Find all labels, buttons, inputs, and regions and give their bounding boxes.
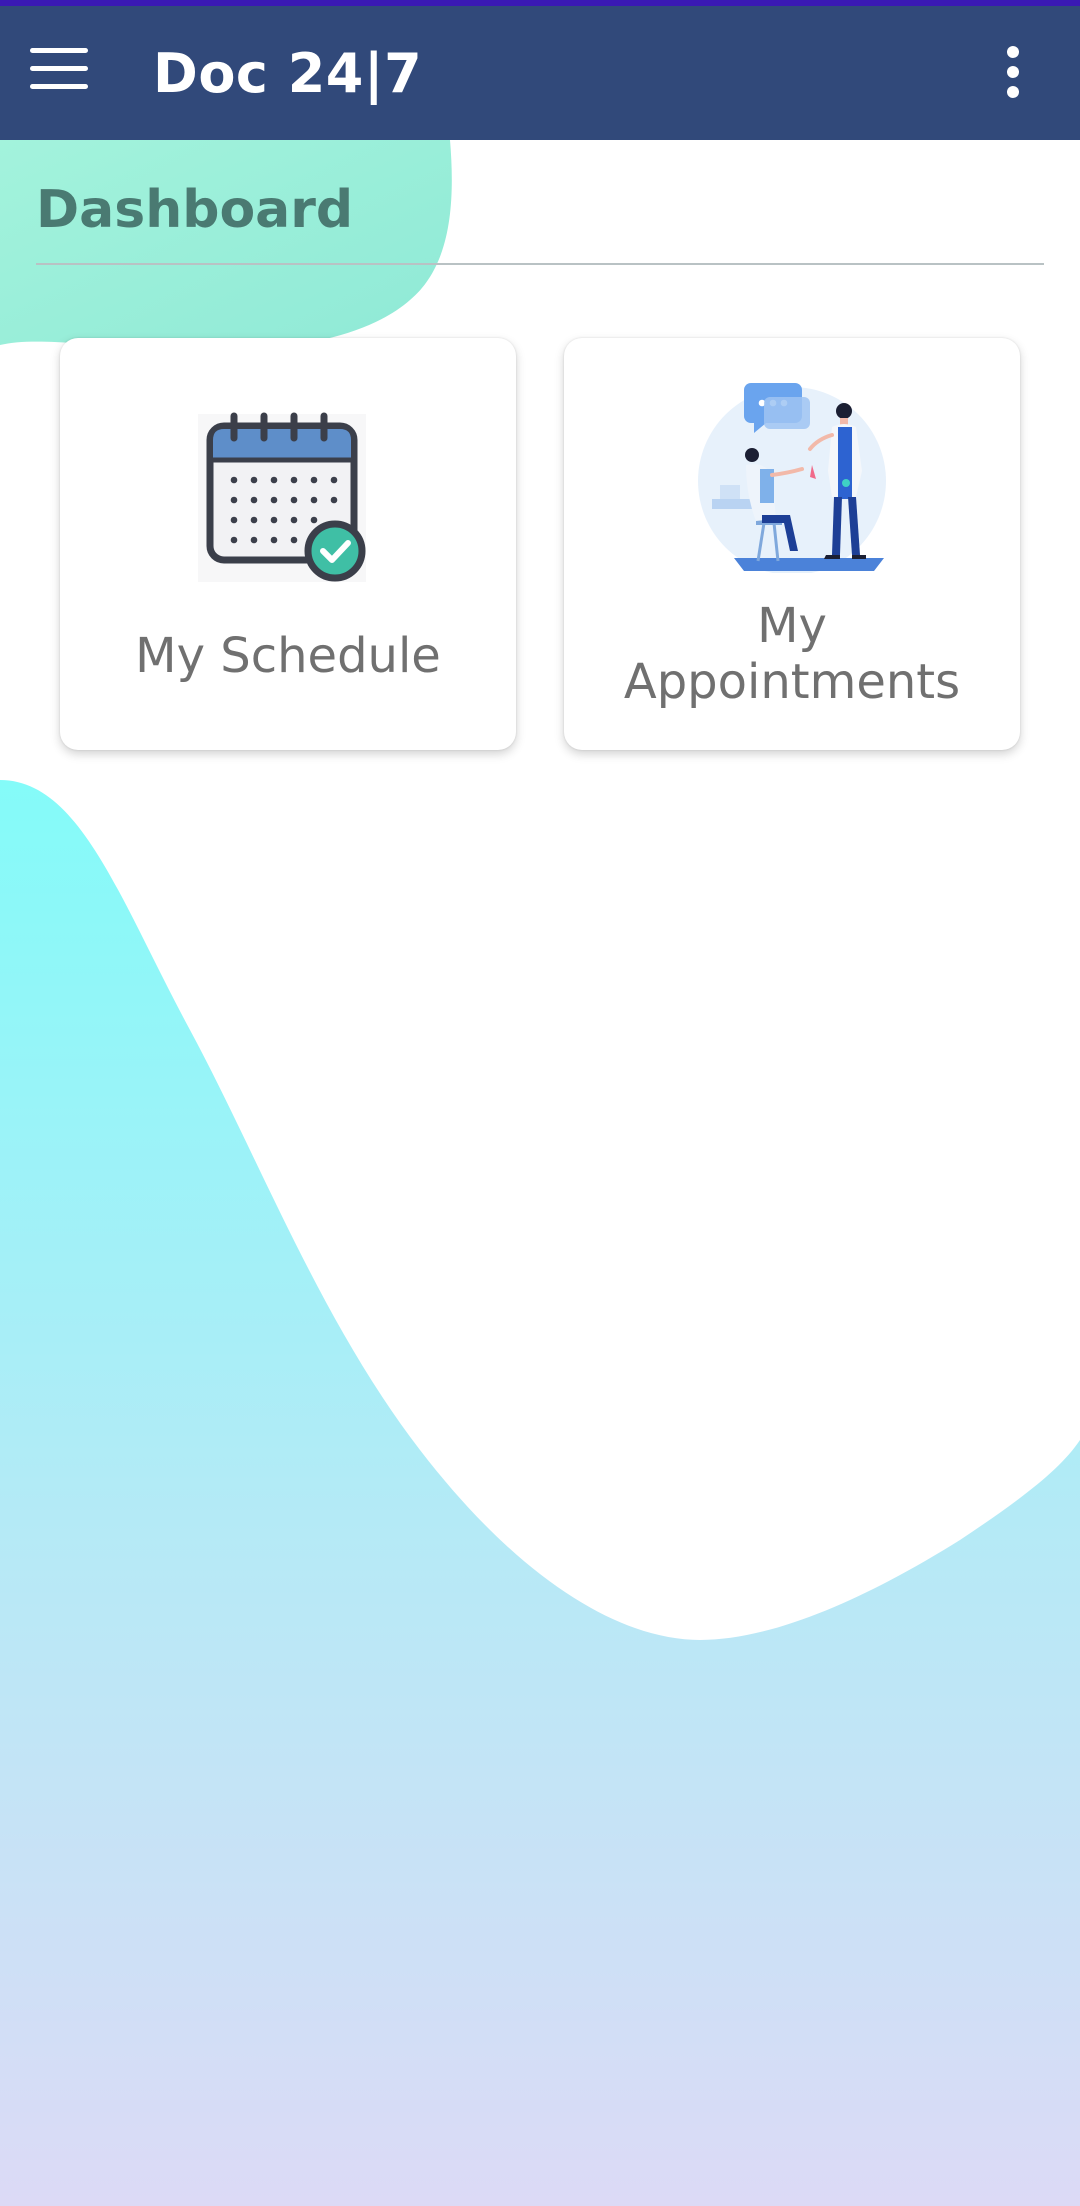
hamburger-menu-icon[interactable] [30, 48, 92, 98]
app-title: Doc 24|7 [153, 42, 423, 105]
page-title: Dashboard [36, 180, 354, 240]
my-appointments-card[interactable]: My Appointments [564, 338, 1020, 750]
card-label: My Appointments [623, 598, 961, 710]
divider [36, 263, 1044, 265]
card-label: My Schedule [135, 628, 441, 684]
doctor-patient-icon [698, 383, 886, 573]
calendar-check-icon [198, 412, 366, 582]
my-schedule-card[interactable]: My Schedule [60, 338, 516, 750]
app-bar: Doc 24|7 [0, 6, 1080, 140]
more-vert-icon[interactable] [996, 46, 1030, 106]
